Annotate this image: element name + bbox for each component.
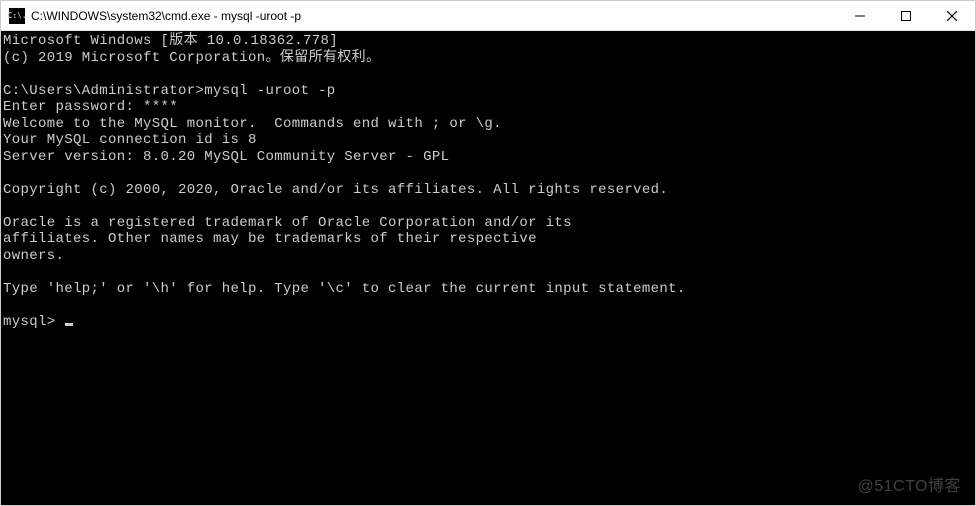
terminal-output: Microsoft Windows [版本 10.0.18362.778] (c… bbox=[3, 33, 686, 297]
window-title: C:\WINDOWS\system32\cmd.exe - mysql -uro… bbox=[31, 9, 837, 23]
titlebar[interactable]: C:\. C:\WINDOWS\system32\cmd.exe - mysql… bbox=[1, 1, 975, 31]
cmd-window: C:\. C:\WINDOWS\system32\cmd.exe - mysql… bbox=[0, 0, 976, 506]
window-controls bbox=[837, 1, 975, 30]
maximize-button[interactable] bbox=[883, 1, 929, 30]
terminal-area[interactable]: Microsoft Windows [版本 10.0.18362.778] (c… bbox=[1, 31, 975, 505]
cmd-icon: C:\. bbox=[9, 8, 25, 24]
close-button[interactable] bbox=[929, 1, 975, 30]
minimize-icon bbox=[855, 11, 865, 21]
cursor bbox=[65, 323, 73, 326]
maximize-icon bbox=[901, 11, 911, 21]
mysql-prompt: mysql> bbox=[3, 314, 64, 330]
watermark: @51CTO博客 bbox=[857, 479, 961, 496]
minimize-button[interactable] bbox=[837, 1, 883, 30]
close-icon bbox=[947, 11, 957, 21]
